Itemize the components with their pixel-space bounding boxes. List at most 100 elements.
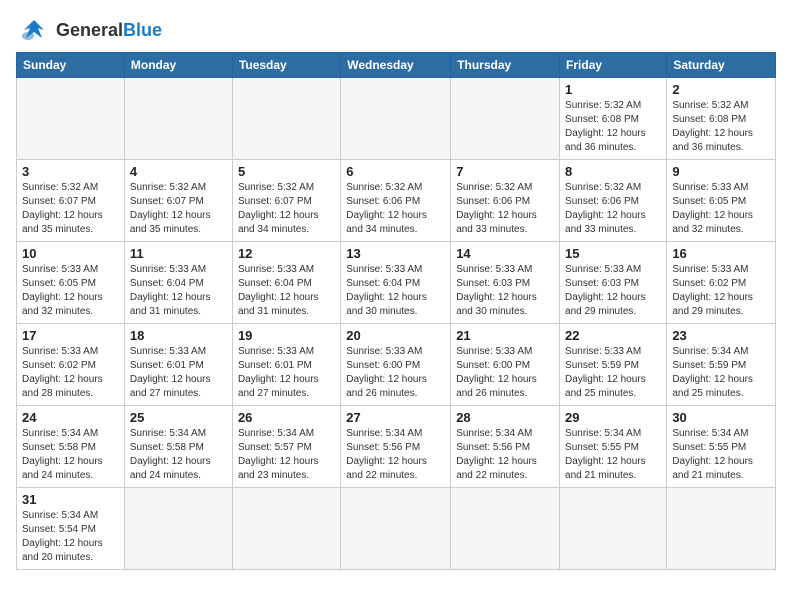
weekday-header-thursday: Thursday — [451, 53, 560, 78]
day-info: Sunrise: 5:33 AM Sunset: 6:05 PM Dayligh… — [672, 181, 770, 237]
calendar-week-row: 24 Sunrise: 5:34 AM Sunset: 5:58 PM Dayli… — [17, 406, 776, 488]
calendar-week-row: 3 Sunrise: 5:32 AM Sunset: 6:07 PM Daylig… — [17, 160, 776, 242]
day-info: Sunrise: 5:33 AM Sunset: 6:02 PM Dayligh… — [672, 263, 770, 319]
day-number: 17 — [22, 328, 119, 343]
day-number: 19 — [238, 328, 335, 343]
calendar-cell: 29Sunrise: 5:34 AM Sunset: 5:55 PM Dayli… — [560, 406, 667, 488]
day-number: 24 — [22, 410, 119, 425]
calendar-cell: 7 Sunrise: 5:32 AM Sunset: 6:06 PM Daylig… — [451, 160, 560, 242]
calendar-cell: 15 Sunrise: 5:33 AM Sunset: 6:03 PM Dayli… — [560, 242, 667, 324]
weekday-header-tuesday: Tuesday — [232, 53, 340, 78]
day-info: Sunrise: 5:33 AM Sunset: 6:05 PM Dayligh… — [22, 263, 119, 319]
calendar-cell — [341, 78, 451, 160]
day-info: Sunrise: 5:32 AM Sunset: 6:07 PM Dayligh… — [22, 181, 119, 237]
calendar-cell: 25 Sunrise: 5:34 AM Sunset: 5:58 PM Dayli… — [124, 406, 232, 488]
day-number: 5 — [238, 164, 335, 179]
day-info: Sunrise: 5:32 AM Sunset: 6:08 PM Dayligh… — [672, 99, 770, 155]
day-info: Sunrise: 5:33 AM Sunset: 6:00 PM Dayligh… — [346, 345, 445, 401]
calendar-cell: 30 Sunrise: 5:34 AM Sunset: 5:55 PM Dayli… — [667, 406, 776, 488]
day-number: 14 — [456, 246, 554, 261]
calendar-cell — [667, 488, 776, 570]
day-number: 7 — [456, 164, 554, 179]
calendar-cell: 1 Sunrise: 5:32 AM Sunset: 6:08 PM Daylig… — [560, 78, 667, 160]
day-info: Sunrise: 5:33 AM Sunset: 6:04 PM Dayligh… — [130, 263, 227, 319]
calendar-cell: 14 Sunrise: 5:33 AM Sunset: 6:03 PM Dayli… — [451, 242, 560, 324]
calendar-cell: 26 Sunrise: 5:34 AM Sunset: 5:57 PM Dayli… — [232, 406, 340, 488]
calendar-cell — [124, 488, 232, 570]
calendar-cell: 19 Sunrise: 5:33 AM Sunset: 6:01 PM Dayli… — [232, 324, 340, 406]
day-info: Sunrise: 5:33 AM Sunset: 6:03 PM Dayligh… — [456, 263, 554, 319]
day-number: 31 — [22, 492, 119, 507]
calendar-cell — [341, 488, 451, 570]
weekday-header-friday: Friday — [560, 53, 667, 78]
calendar-cell — [560, 488, 667, 570]
calendar-cell: 18Sunrise: 5:33 AM Sunset: 6:01 PM Dayli… — [124, 324, 232, 406]
day-info: Sunrise: 5:32 AM Sunset: 6:07 PM Dayligh… — [130, 181, 227, 237]
day-info: Sunrise: 5:33 AM Sunset: 6:04 PM Dayligh… — [238, 263, 335, 319]
header: GeneralBlue — [16, 16, 776, 44]
calendar-cell: 21Sunrise: 5:33 AM Sunset: 6:00 PM Dayli… — [451, 324, 560, 406]
calendar-cell: 6 Sunrise: 5:32 AM Sunset: 6:06 PM Daylig… — [341, 160, 451, 242]
weekday-header-monday: Monday — [124, 53, 232, 78]
day-number: 27 — [346, 410, 445, 425]
day-info: Sunrise: 5:34 AM Sunset: 5:58 PM Dayligh… — [22, 427, 119, 483]
day-number: 21 — [456, 328, 554, 343]
day-number: 4 — [130, 164, 227, 179]
day-info: Sunrise: 5:32 AM Sunset: 6:08 PM Dayligh… — [565, 99, 661, 155]
day-number: 9 — [672, 164, 770, 179]
day-info: Sunrise: 5:34 AM Sunset: 5:59 PM Dayligh… — [672, 345, 770, 401]
day-info: Sunrise: 5:32 AM Sunset: 6:06 PM Dayligh… — [346, 181, 445, 237]
day-number: 6 — [346, 164, 445, 179]
day-info: Sunrise: 5:32 AM Sunset: 6:06 PM Dayligh… — [565, 181, 661, 237]
calendar-cell: 20Sunrise: 5:33 AM Sunset: 6:00 PM Dayli… — [341, 324, 451, 406]
calendar-cell: 31 Sunrise: 5:34 AM Sunset: 5:54 PM Dayli… — [17, 488, 125, 570]
day-info: Sunrise: 5:32 AM Sunset: 6:06 PM Dayligh… — [456, 181, 554, 237]
calendar-table: SundayMondayTuesdayWednesdayThursdayFrid… — [16, 52, 776, 570]
calendar-cell: 4 Sunrise: 5:32 AM Sunset: 6:07 PM Daylig… — [124, 160, 232, 242]
day-number: 26 — [238, 410, 335, 425]
day-info: Sunrise: 5:33 AM Sunset: 6:02 PM Dayligh… — [22, 345, 119, 401]
day-info: Sunrise: 5:33 AM Sunset: 6:03 PM Dayligh… — [565, 263, 661, 319]
calendar-week-row: 17 Sunrise: 5:33 AM Sunset: 6:02 PM Dayli… — [17, 324, 776, 406]
day-info: Sunrise: 5:34 AM Sunset: 5:57 PM Dayligh… — [238, 427, 335, 483]
day-info: Sunrise: 5:34 AM Sunset: 5:58 PM Dayligh… — [130, 427, 227, 483]
day-number: 1 — [565, 82, 661, 97]
day-number: 22 — [565, 328, 661, 343]
day-number: 10 — [22, 246, 119, 261]
day-number: 3 — [22, 164, 119, 179]
day-info: Sunrise: 5:33 AM Sunset: 5:59 PM Dayligh… — [565, 345, 661, 401]
calendar-cell — [124, 78, 232, 160]
calendar-cell: 9 Sunrise: 5:33 AM Sunset: 6:05 PM Daylig… — [667, 160, 776, 242]
logo-icon — [16, 16, 52, 44]
logo: GeneralBlue — [16, 16, 162, 44]
day-number: 23 — [672, 328, 770, 343]
day-number: 11 — [130, 246, 227, 261]
calendar-cell: 8 Sunrise: 5:32 AM Sunset: 6:06 PM Daylig… — [560, 160, 667, 242]
calendar-cell: 2Sunrise: 5:32 AM Sunset: 6:08 PM Daylig… — [667, 78, 776, 160]
calendar-cell: 12 Sunrise: 5:33 AM Sunset: 6:04 PM Dayli… — [232, 242, 340, 324]
day-info: Sunrise: 5:32 AM Sunset: 6:07 PM Dayligh… — [238, 181, 335, 237]
day-number: 25 — [130, 410, 227, 425]
weekday-header-wednesday: Wednesday — [341, 53, 451, 78]
weekday-header-row: SundayMondayTuesdayWednesdayThursdayFrid… — [17, 53, 776, 78]
calendar-cell: 11 Sunrise: 5:33 AM Sunset: 6:04 PM Dayli… — [124, 242, 232, 324]
day-number: 30 — [672, 410, 770, 425]
calendar-cell — [451, 78, 560, 160]
calendar-cell: 27 Sunrise: 5:34 AM Sunset: 5:56 PM Dayli… — [341, 406, 451, 488]
day-info: Sunrise: 5:34 AM Sunset: 5:56 PM Dayligh… — [346, 427, 445, 483]
day-number: 8 — [565, 164, 661, 179]
day-info: Sunrise: 5:33 AM Sunset: 6:01 PM Dayligh… — [238, 345, 335, 401]
day-info: Sunrise: 5:34 AM Sunset: 5:55 PM Dayligh… — [672, 427, 770, 483]
calendar-cell: 23 Sunrise: 5:34 AM Sunset: 5:59 PM Dayli… — [667, 324, 776, 406]
calendar-cell: 17 Sunrise: 5:33 AM Sunset: 6:02 PM Dayli… — [17, 324, 125, 406]
calendar-week-row: 10 Sunrise: 5:33 AM Sunset: 6:05 PM Dayli… — [17, 242, 776, 324]
logo-text: GeneralBlue — [56, 20, 162, 41]
calendar-cell — [232, 488, 340, 570]
day-info: Sunrise: 5:34 AM Sunset: 5:54 PM Dayligh… — [22, 509, 119, 565]
day-number: 15 — [565, 246, 661, 261]
calendar-week-row: 31 Sunrise: 5:34 AM Sunset: 5:54 PM Dayli… — [17, 488, 776, 570]
calendar-cell — [17, 78, 125, 160]
calendar-cell: 28Sunrise: 5:34 AM Sunset: 5:56 PM Dayli… — [451, 406, 560, 488]
day-number: 12 — [238, 246, 335, 261]
calendar-cell: 5 Sunrise: 5:32 AM Sunset: 6:07 PM Daylig… — [232, 160, 340, 242]
